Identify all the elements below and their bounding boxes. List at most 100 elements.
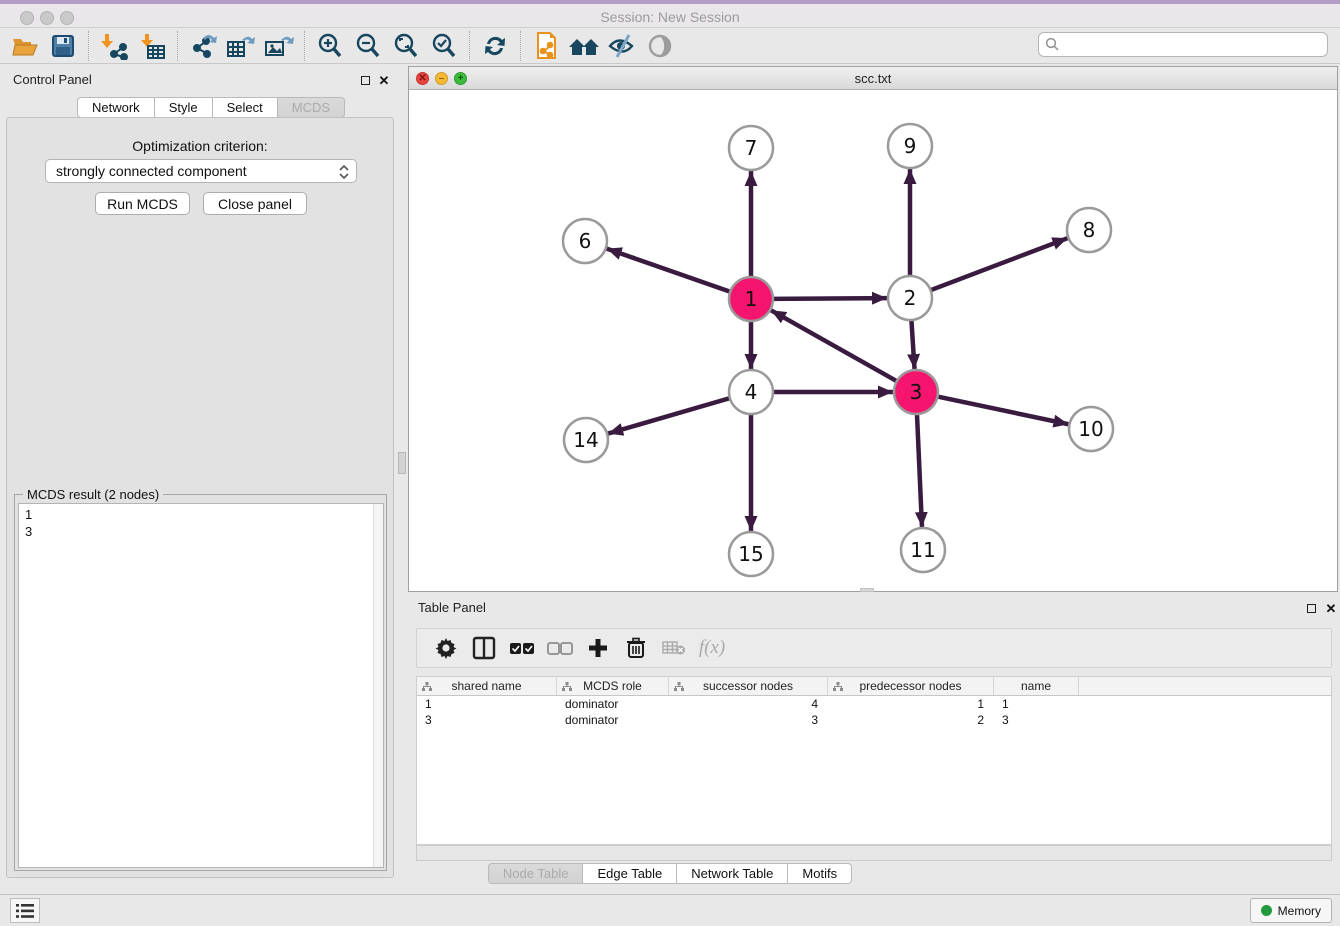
result-scrollbar[interactable] [373, 504, 383, 867]
tab-network[interactable]: Network [77, 97, 155, 118]
style-preview-button[interactable] [603, 30, 641, 62]
control-panel-float-button[interactable] [358, 73, 372, 87]
export-network-icon [189, 32, 217, 60]
column-header-mcds-role[interactable]: MCDS role [557, 677, 669, 695]
graph-node-label-15: 15 [738, 542, 763, 566]
table-row[interactable]: 3 dominator 3 2 3 [417, 712, 1331, 728]
zoom-out-icon [354, 32, 382, 60]
zoom-selected-button[interactable] [425, 30, 463, 62]
table-panel-title: Table Panel [418, 600, 486, 615]
graph-edge-1-2[interactable] [773, 298, 887, 299]
optimization-criterion-select[interactable]: strongly connected component [45, 159, 357, 183]
plus-icon [587, 637, 609, 659]
open-session-button[interactable] [6, 30, 44, 62]
toggle-column-panel-button[interactable] [465, 631, 503, 665]
graph-edge-2-8[interactable] [931, 238, 1068, 290]
panel-divider-grip[interactable] [398, 452, 406, 474]
clone-network-button[interactable] [527, 30, 565, 62]
graph-node-label-8: 8 [1083, 218, 1096, 242]
column-type-icon [833, 682, 843, 691]
tab-style[interactable]: Style [155, 97, 213, 118]
graph-node-label-2: 2 [904, 286, 917, 310]
tab-motifs[interactable]: Motifs [788, 863, 852, 884]
column-header-successor-nodes[interactable]: successor nodes [669, 677, 828, 695]
task-history-button[interactable] [10, 898, 40, 923]
table-header-row: shared name MCDS role successor nodes pr… [417, 677, 1331, 696]
mcds-result-textarea[interactable]: 1 3 [18, 503, 384, 868]
zoom-in-button[interactable] [311, 30, 349, 62]
close-panel-button[interactable]: Close panel [203, 192, 307, 215]
export-image-button[interactable] [260, 30, 298, 62]
table-row[interactable]: 1 dominator 4 1 1 [417, 696, 1331, 712]
column-header-shared-name[interactable]: shared name [417, 677, 557, 695]
cell-name: 3 [994, 712, 1079, 728]
table-panel-float-button[interactable] [1304, 601, 1318, 615]
zoom-out-button[interactable] [349, 30, 387, 62]
create-column-button[interactable] [579, 631, 617, 665]
graph-edge-3-11[interactable] [917, 414, 922, 527]
tab-node-table[interactable]: Node Table [488, 863, 584, 884]
network-resize-grip[interactable] [860, 588, 874, 592]
control-panel-title: Control Panel [13, 72, 92, 87]
graph-node-label-9: 9 [904, 134, 917, 158]
memory-button[interactable]: Memory [1250, 898, 1332, 923]
network-graph-canvas[interactable]: 7968124314101511 [409, 90, 1337, 591]
app-titlebar: Session: New Session [0, 0, 1340, 28]
network-window-title: scc.txt [409, 71, 1337, 86]
home-icon [567, 33, 601, 59]
graph-node-label-1: 1 [745, 287, 758, 311]
export-table-icon [226, 32, 256, 60]
table-settings-button[interactable] [427, 631, 465, 665]
graph-edge-3-10[interactable] [938, 397, 1069, 425]
control-panel-close-button[interactable]: ✕ [377, 73, 391, 87]
export-table-button[interactable] [222, 30, 260, 62]
tab-edge-table[interactable]: Edge Table [583, 863, 677, 884]
home-button[interactable] [565, 30, 603, 62]
save-session-button[interactable] [44, 30, 82, 62]
zoom-in-icon [316, 32, 344, 60]
unchecked-boxes-icon [547, 642, 573, 655]
cell-predecessor-nodes: 1 [828, 696, 994, 712]
select-all-columns-button[interactable] [503, 631, 541, 665]
column-header-predecessor-nodes[interactable]: predecessor nodes [828, 677, 994, 695]
main-toolbar [0, 28, 1340, 64]
search-box[interactable] [1038, 32, 1328, 57]
memory-status-icon [1261, 905, 1272, 916]
import-table-button[interactable] [133, 30, 171, 62]
graph-edge-3-1[interactable] [771, 310, 897, 381]
tab-network-table[interactable]: Network Table [677, 863, 788, 884]
apply-layout-button[interactable] [476, 30, 514, 62]
table-panel-close-button[interactable]: ✕ [1324, 601, 1338, 615]
import-network-button[interactable] [95, 30, 133, 62]
float-icon [361, 76, 370, 85]
column-header-name[interactable]: name [994, 677, 1079, 695]
criterion-value: strongly connected component [56, 163, 247, 179]
run-mcds-button[interactable]: Run MCDS [95, 192, 190, 215]
import-table-icon [138, 32, 166, 60]
fx-icon: f(x) [699, 637, 725, 659]
delete-column-button[interactable] [617, 631, 655, 665]
checked-boxes-icon [509, 642, 535, 655]
graph-node-label-14: 14 [573, 428, 598, 452]
network-window-titlebar[interactable]: ✕ – + scc.txt [409, 67, 1337, 90]
tab-mcds[interactable]: MCDS [278, 97, 345, 118]
tab-select[interactable]: Select [213, 97, 278, 118]
graph-edge-4-14[interactable] [608, 398, 730, 433]
graph-edge-1-6[interactable] [607, 249, 731, 292]
show-hide-panel-button[interactable] [641, 30, 679, 62]
cell-successor-nodes: 4 [669, 696, 828, 712]
export-network-button[interactable] [184, 30, 222, 62]
delete-table-icon [662, 639, 686, 657]
table-horizontal-scrollbar[interactable] [416, 845, 1332, 861]
graph-node-label-10: 10 [1078, 417, 1103, 441]
cell-shared-name: 1 [417, 696, 557, 712]
export-image-icon [264, 32, 294, 60]
search-input[interactable] [1060, 35, 1327, 55]
cell-successor-nodes: 3 [669, 712, 828, 728]
unselect-all-columns-button[interactable] [541, 631, 579, 665]
zoom-fit-button[interactable] [387, 30, 425, 62]
graph-edge-2-3[interactable] [911, 320, 914, 369]
cell-shared-name: 3 [417, 712, 557, 728]
import-network-icon [100, 32, 128, 60]
toolbar-separator [88, 31, 89, 61]
